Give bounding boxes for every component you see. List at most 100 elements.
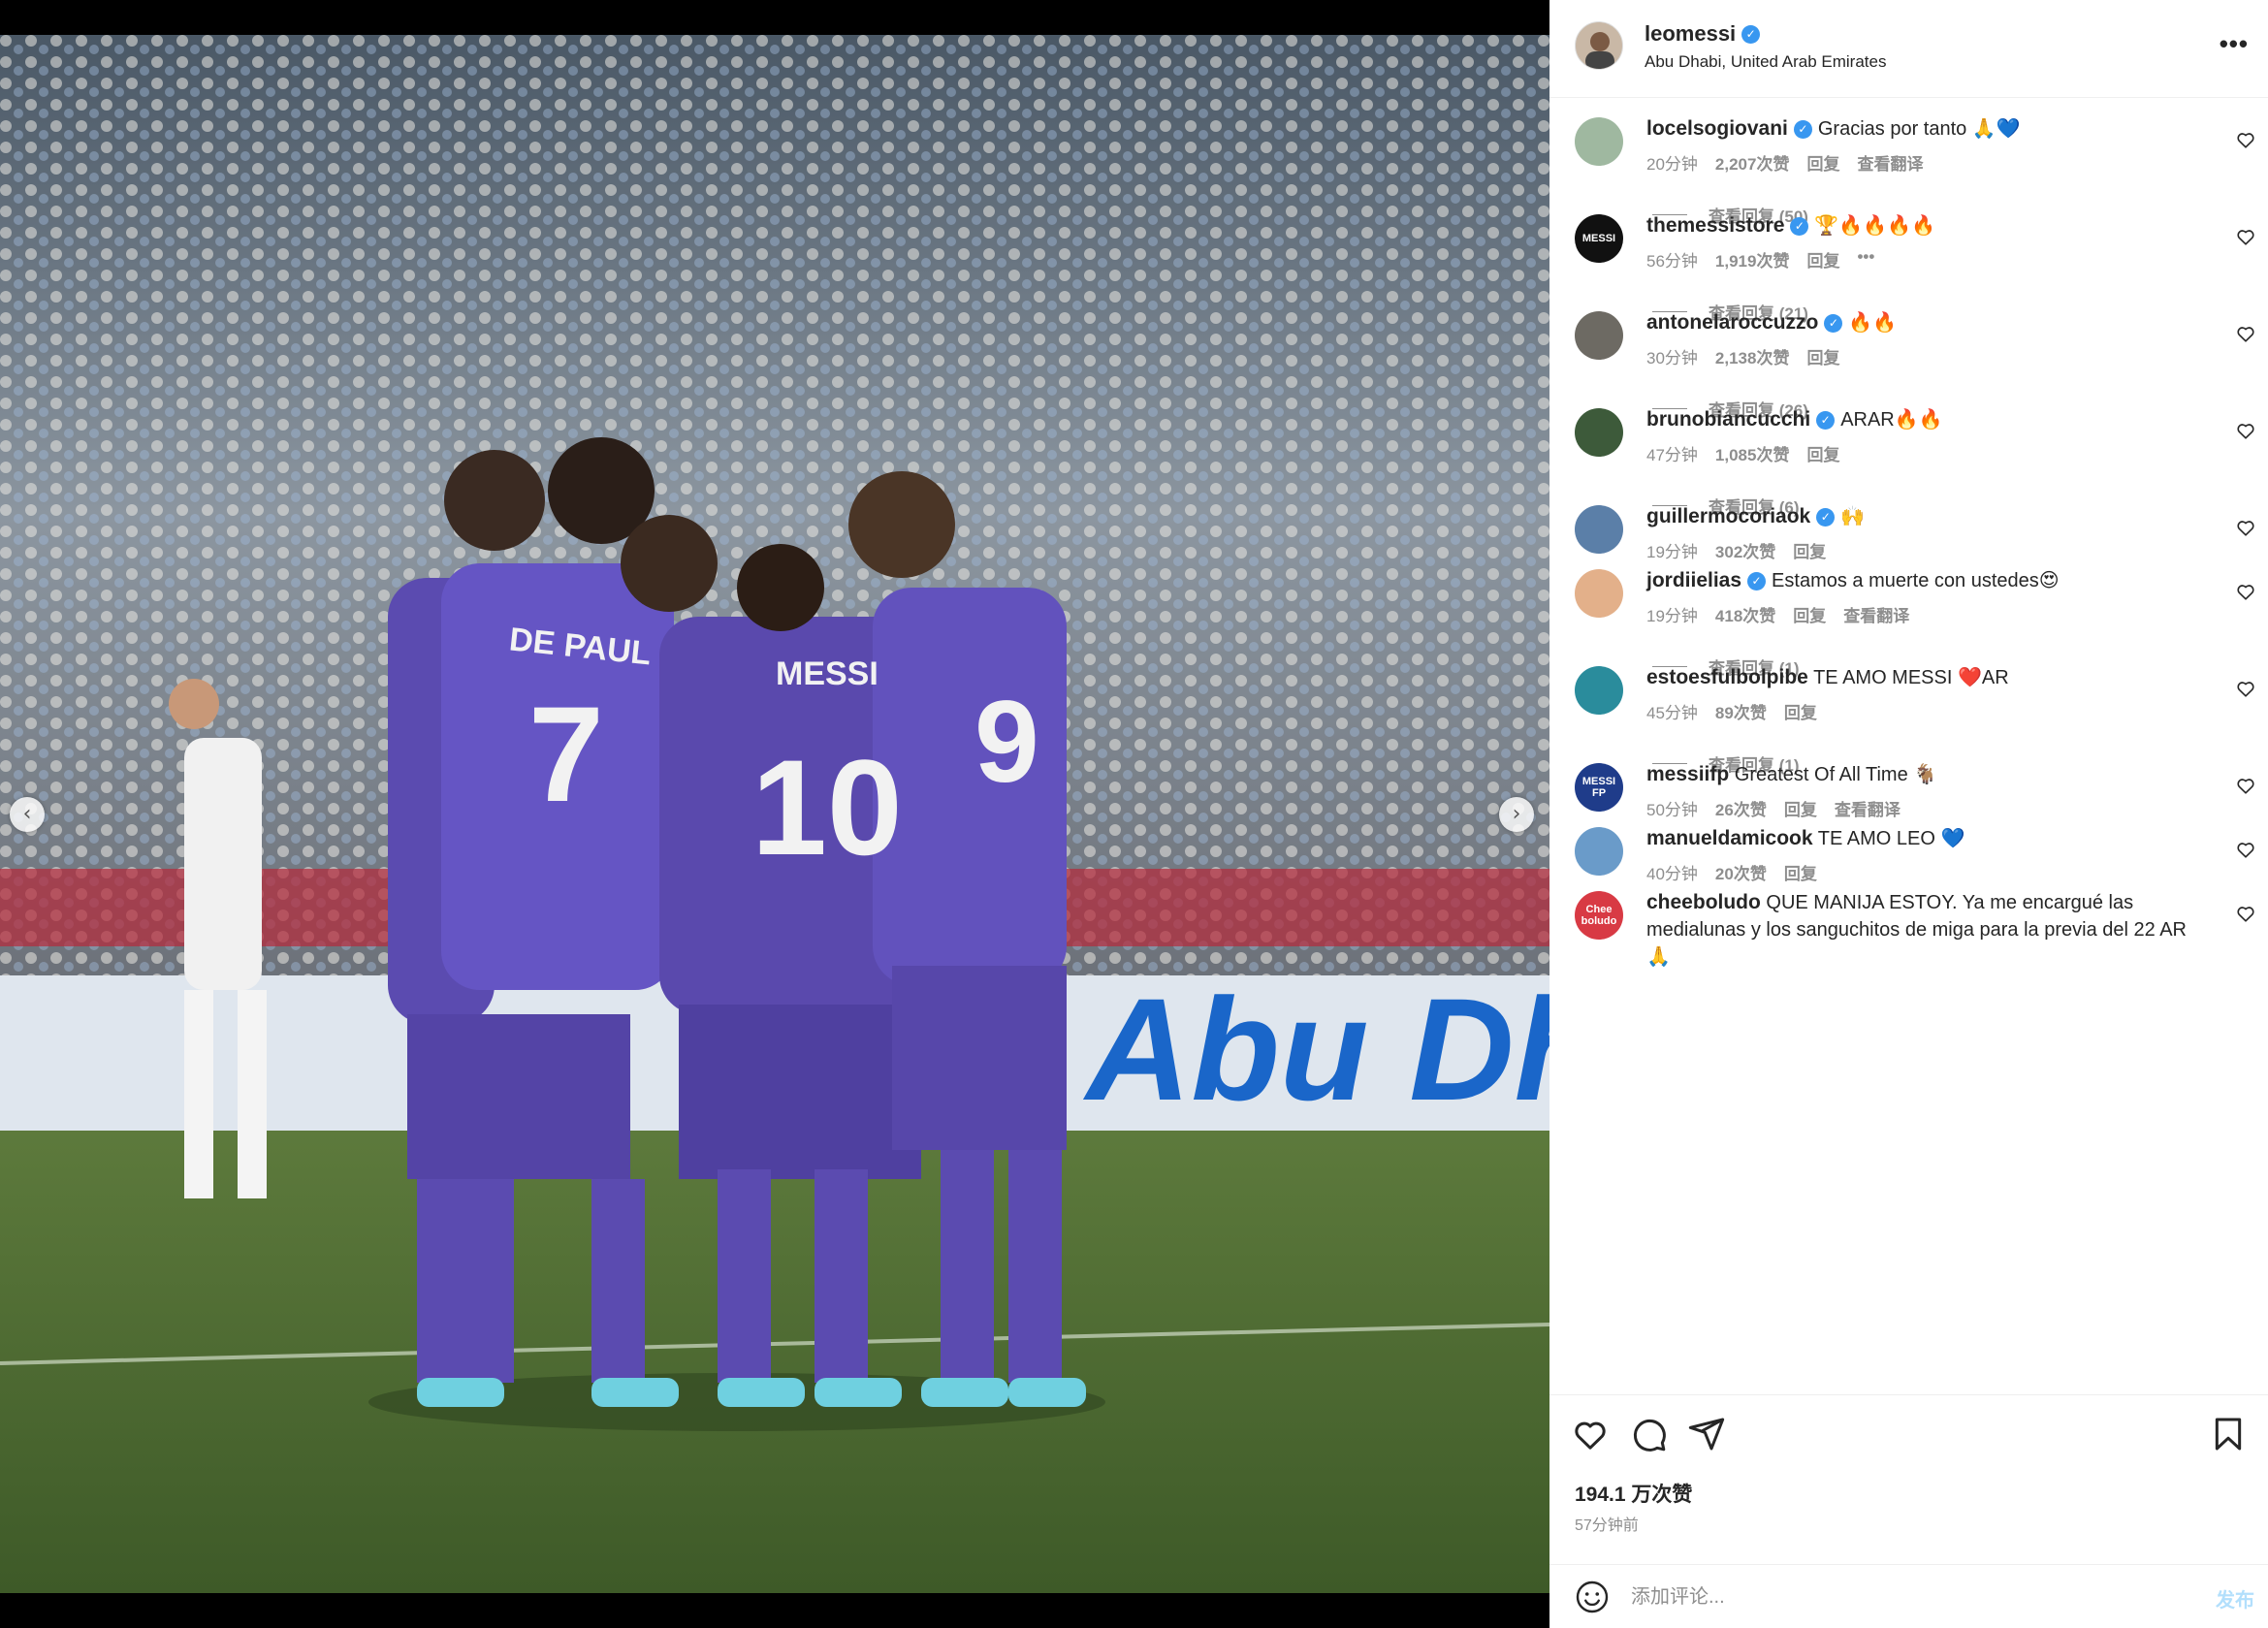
commenter-username[interactable]: themessistore [1646, 214, 1784, 237]
emoji-smiley-icon[interactable] [1575, 1580, 1610, 1614]
comment-like-heart-icon[interactable] [2235, 903, 2256, 924]
comment-time: 50分钟 [1646, 801, 1698, 819]
comment-like-heart-icon[interactable] [2235, 678, 2256, 699]
translate-button[interactable]: 查看翻译 [1835, 796, 1901, 820]
commenter-avatar[interactable] [1575, 408, 1623, 457]
comment-time: 30分钟 [1646, 349, 1698, 367]
stadium-scene: Abu Dh [0, 35, 1549, 1593]
comment-time: 20分钟 [1646, 155, 1698, 174]
comment-input[interactable] [1631, 1579, 2116, 1615]
commenter-username[interactable]: cheeboludo [1646, 891, 1761, 913]
comment-like-count[interactable]: 2,138次赞 [1715, 344, 1790, 368]
author-avatar[interactable] [1575, 21, 1623, 70]
comment-text: 🔥🔥 [1848, 312, 1898, 334]
share-send-icon[interactable] [1687, 1415, 1726, 1453]
jersey-number-9: 9 [974, 677, 1039, 807]
post-actions: 194.1 万次赞 57分钟前 [1549, 1394, 2268, 1564]
comment-meta: 40分钟 20次赞 回复 [1646, 860, 1817, 884]
chevron-left-icon: ‹ [22, 802, 32, 826]
like-count[interactable]: 194.1 万次赞 [1575, 1479, 1692, 1508]
reply-button[interactable]: 回复 [1784, 796, 1817, 820]
reply-button[interactable]: 回复 [1806, 441, 1839, 465]
comment-like-heart-icon[interactable] [2235, 775, 2256, 796]
comment-like-heart-icon[interactable] [2235, 839, 2256, 860]
chevron-right-icon: › [1512, 802, 1521, 826]
add-comment-bar: 发布 [1549, 1564, 2268, 1628]
comment-meta: 56分钟 1,919次赞 回复 ••• [1646, 247, 1874, 271]
comment-like-heart-icon[interactable] [2235, 581, 2256, 602]
commenter-avatar[interactable]: MESSI FP [1575, 763, 1623, 812]
comment-like-count[interactable]: 26次赞 [1715, 796, 1767, 820]
commenter-avatar[interactable]: Chee boludo [1575, 891, 1623, 940]
verified-badge-icon: ✓ [1741, 24, 1761, 44]
post-header: leomessi ✓ Abu Dhabi, United Arab Emirat… [1549, 0, 2268, 98]
commenter-avatar[interactable] [1575, 569, 1623, 618]
previous-slide-button[interactable]: ‹ [10, 797, 45, 832]
commenter-username[interactable]: antonelaroccuzzo [1646, 311, 1818, 334]
comment-like-heart-icon[interactable] [2235, 226, 2256, 247]
post-photo[interactable]: Abu Dh [0, 35, 1549, 1593]
save-bookmark-icon[interactable] [2209, 1415, 2248, 1453]
comment-like-count[interactable]: 1,919次赞 [1715, 247, 1790, 271]
comment-like-count[interactable]: 89次赞 [1715, 699, 1767, 723]
next-slide-button[interactable]: › [1499, 797, 1534, 832]
comment-time: 47分钟 [1646, 446, 1698, 464]
comment-bubble-icon[interactable] [1629, 1415, 1668, 1453]
translate-button[interactable]: 查看翻译 [1857, 150, 1923, 175]
verified-badge-icon: ✓ [1816, 411, 1836, 431]
comment-like-heart-icon[interactable] [2235, 420, 2256, 441]
commenter-avatar[interactable]: MESSI [1575, 214, 1623, 263]
commenter-avatar[interactable] [1575, 666, 1623, 715]
reply-button[interactable]: 回复 [1806, 150, 1839, 175]
commenter-avatar[interactable] [1575, 117, 1623, 166]
comment-meta: 47分钟 1,085次赞 回复 [1646, 441, 1839, 465]
post-location[interactable]: Abu Dhabi, United Arab Emirates [1645, 52, 1886, 72]
commenter-username[interactable]: guillermocoriaok [1646, 505, 1810, 527]
reply-button[interactable]: 回复 [1784, 699, 1817, 723]
post-timestamp: 57分钟前 [1575, 1517, 1639, 1534]
reply-button[interactable]: 回复 [1806, 344, 1839, 368]
commenter-avatar[interactable] [1575, 827, 1623, 876]
verified-badge-icon: ✓ [1816, 508, 1836, 527]
commenter-avatar[interactable] [1575, 505, 1623, 554]
reply-button[interactable]: 回复 [1806, 247, 1839, 271]
commenter-username[interactable]: jordiielias [1646, 569, 1741, 591]
comment-like-count[interactable]: 418次赞 [1715, 602, 1775, 626]
verified-badge-icon: ✓ [1824, 314, 1843, 334]
comment-like-heart-icon[interactable] [2235, 129, 2256, 150]
translate-button[interactable]: 查看翻译 [1843, 602, 1909, 626]
verified-badge-icon: ✓ [1793, 120, 1812, 140]
commenter-username[interactable]: estoesfulbolpibe [1646, 666, 1808, 688]
jersey-number-7: 7 [528, 678, 604, 830]
commenter-avatar[interactable] [1575, 311, 1623, 360]
comment-time: 19分钟 [1646, 607, 1698, 625]
jersey-name-messi: MESSI [776, 655, 878, 692]
comment-text: 🏆🔥🔥🔥🔥 [1814, 215, 1935, 237]
verified-badge-icon: ✓ [1747, 572, 1767, 591]
comment-like-count[interactable]: 302次赞 [1715, 538, 1775, 562]
post-side-panel: leomessi ✓ Abu Dhabi, United Arab Emirat… [1549, 0, 2268, 1628]
comment-like-count[interactable]: 2,207次赞 [1715, 150, 1790, 175]
reply-button[interactable]: 回复 [1784, 860, 1817, 884]
comment-text: TE AMO LEO 💙 [1817, 828, 1965, 849]
comment-meta: 19分钟 418次赞 回复 查看翻译 [1646, 602, 1909, 626]
reply-button[interactable]: 回复 [1793, 602, 1826, 626]
comment-options-icon[interactable]: ••• [1857, 247, 1874, 271]
comment-like-heart-icon[interactable] [2235, 323, 2256, 344]
commenter-username[interactable]: brunobiancucchi [1646, 408, 1810, 431]
reply-button[interactable]: 回复 [1793, 538, 1826, 562]
comment-text: TE AMO MESSI ❤️AR [1813, 667, 2009, 688]
like-heart-icon[interactable] [1571, 1415, 1610, 1453]
comment-like-count[interactable]: 20次赞 [1715, 860, 1767, 884]
commenter-username[interactable]: manueldamicook [1646, 827, 1813, 849]
comment-like-heart-icon[interactable] [2235, 517, 2256, 538]
commenter-username[interactable]: messiifp [1646, 763, 1729, 785]
more-options-icon[interactable]: ••• [2220, 29, 2249, 59]
author-username[interactable]: leomessi [1645, 21, 1736, 47]
commenter-username[interactable]: locelsogiovani [1646, 117, 1788, 140]
comment-meta: 45分钟 89次赞 回复 [1646, 699, 1817, 723]
comment-meta: 20分钟 2,207次赞 回复 查看翻译 [1646, 150, 1923, 175]
comments-list[interactable]: locelsogiovani ✓ Gracias por tanto 🙏💙 20分钟 2… [1549, 98, 2268, 1391]
post-comment-button[interactable]: 发布 [2216, 1584, 2254, 1612]
comment-like-count[interactable]: 1,085次赞 [1715, 441, 1790, 465]
